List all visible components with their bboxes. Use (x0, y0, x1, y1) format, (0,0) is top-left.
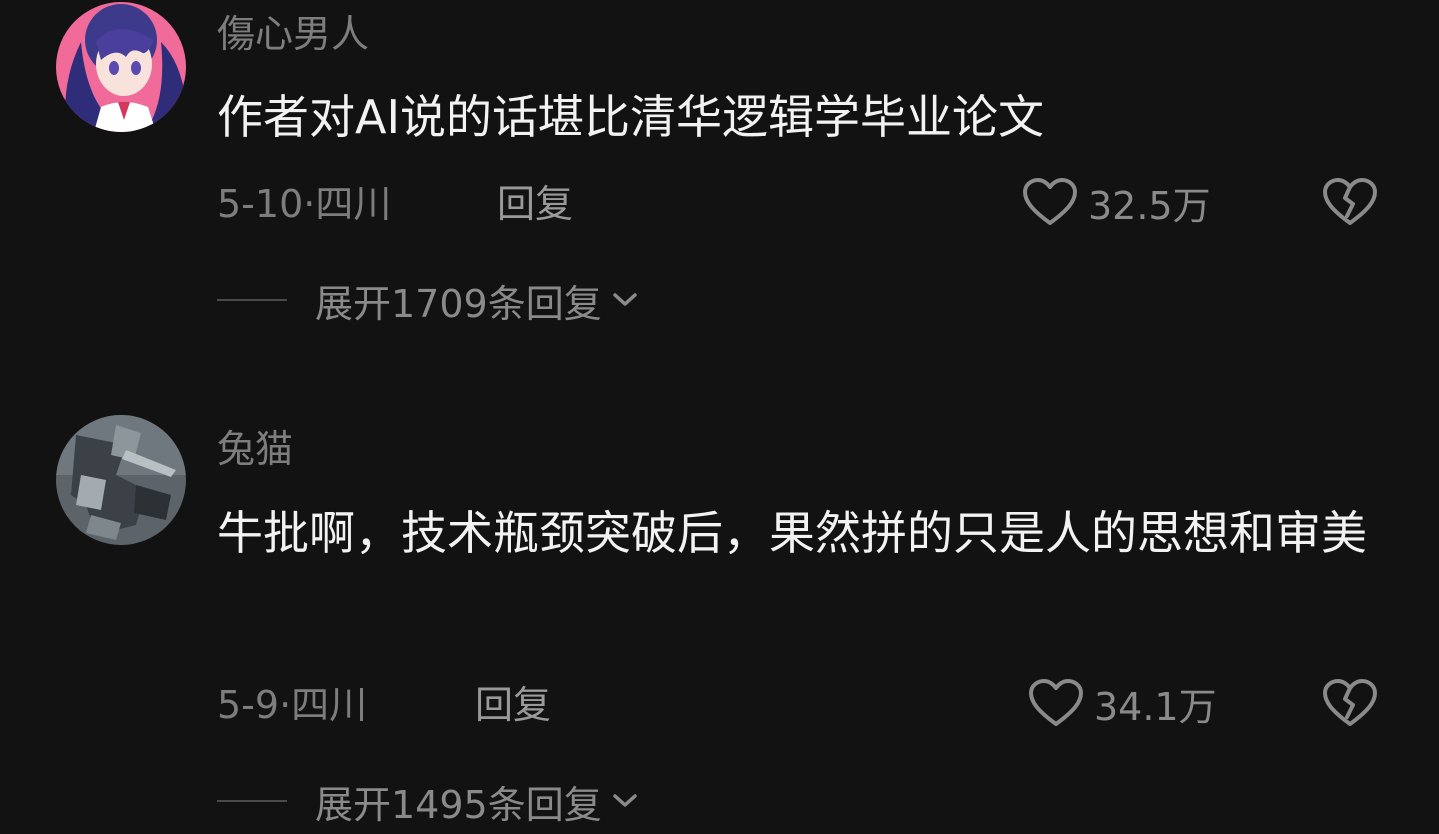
divider-line (217, 800, 287, 802)
username[interactable]: 兔猫 (217, 430, 293, 468)
like-button[interactable]: 34.1万 (1028, 677, 1217, 729)
expand-replies-button[interactable]: 展开1709条回复 (217, 275, 638, 326)
like-button[interactable]: 32.5万 (1022, 176, 1211, 228)
comment-date-location: 5-10·四川 (217, 182, 392, 226)
comment-text: 作者对AI说的话堪比清华逻辑学毕业论文 (217, 90, 1045, 144)
reply-button[interactable]: 回复 (475, 686, 551, 724)
chevron-down-icon (612, 794, 637, 807)
dislike-button[interactable] (1322, 677, 1378, 729)
comment-list: 傷心男人 作者对AI说的话堪比清华逻辑学毕业论文 5-10·四川 回复 32.5… (0, 0, 1439, 834)
mech-avatar-image (56, 415, 186, 545)
like-count: 34.1万 (1094, 684, 1217, 729)
reply-button[interactable]: 回复 (497, 185, 573, 223)
like-count: 32.5万 (1088, 183, 1211, 228)
comment-text: 牛批啊，技术瓶颈突破后，果然拼的只是人的思想和审美 (217, 506, 1367, 560)
expand-replies-label: 展开1709条回复 (315, 281, 602, 326)
expand-replies-label: 展开1495条回复 (315, 782, 602, 827)
anime-girl-avatar-image (56, 2, 186, 132)
avatar[interactable] (56, 2, 186, 132)
username[interactable]: 傷心男人 (217, 15, 369, 53)
broken-heart-icon (1323, 178, 1377, 225)
heart-outline-icon (1029, 679, 1083, 726)
dislike-button[interactable] (1322, 176, 1378, 228)
broken-heart-icon (1323, 679, 1377, 726)
comment-date-location: 5-9·四川 (217, 683, 368, 727)
divider-line (217, 299, 287, 301)
chevron-down-icon (612, 293, 637, 306)
heart-outline-icon (1023, 178, 1077, 225)
avatar[interactable] (56, 415, 186, 545)
expand-replies-button[interactable]: 展开1495条回复 (217, 776, 638, 827)
